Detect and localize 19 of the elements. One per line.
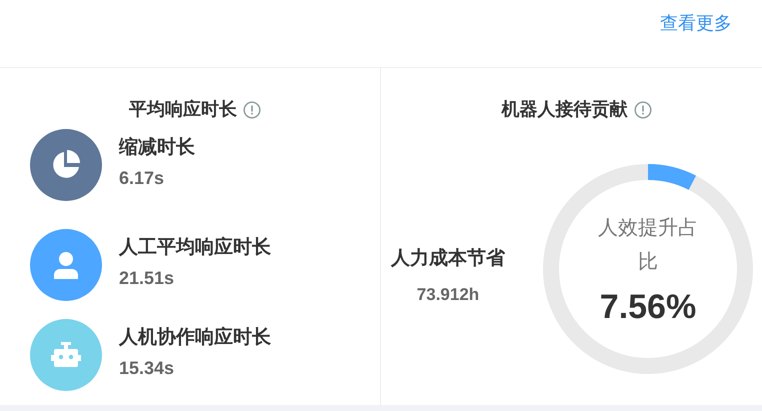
- metric-label: 人机协作响应时长: [119, 326, 271, 350]
- view-more-link[interactable]: 查看更多: [660, 10, 732, 37]
- panel-title: 平均响应时长: [129, 98, 237, 121]
- panel-title: 机器人接待贡献: [502, 98, 628, 121]
- pie-chart-icon: [50, 149, 82, 181]
- info-icon[interactable]: [634, 100, 652, 118]
- metric-value: 21.51s: [119, 267, 176, 289]
- metric-value: 6.17s: [119, 167, 166, 189]
- saving-label: 人力成本节省: [391, 247, 505, 271]
- gauge-fill: [648, 164, 696, 190]
- gauge-value: 7.56%: [600, 287, 696, 328]
- info-icon[interactable]: [243, 100, 261, 118]
- metric-value: 15.34s: [119, 357, 176, 379]
- metric-label: 缩减时长: [119, 136, 195, 160]
- metric-label: 人工平均响应时长: [119, 236, 271, 260]
- robot-icon: [51, 342, 81, 368]
- person-icon: [54, 251, 78, 279]
- saving-value: 73.912h: [416, 284, 480, 306]
- gauge-label: 人效提升占比: [597, 216, 699, 275]
